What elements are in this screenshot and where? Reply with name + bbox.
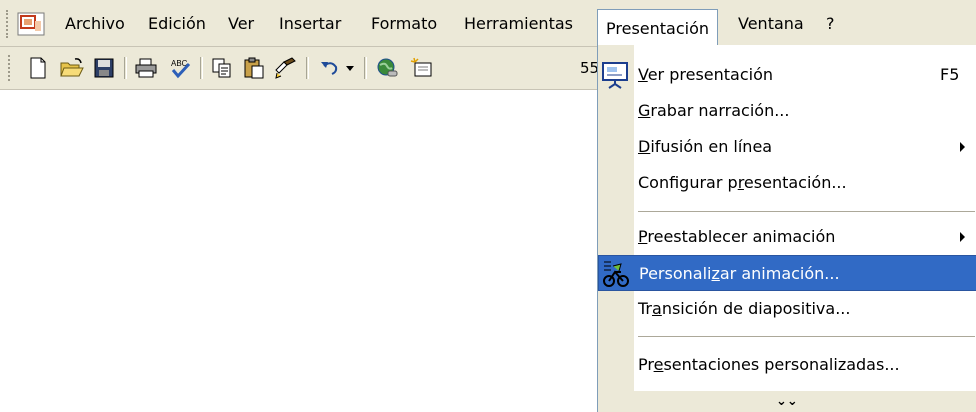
menu-separator bbox=[638, 211, 975, 212]
powerpoint-app-icon[interactable] bbox=[17, 12, 45, 36]
menu-separator bbox=[638, 336, 975, 337]
toolbar-separator bbox=[306, 57, 309, 79]
globe-link-icon bbox=[377, 58, 398, 77]
menu-expand-button[interactable]: ⌄⌄ bbox=[598, 391, 976, 412]
new-slide-icon bbox=[410, 57, 432, 77]
menu-item-difusion-en-linea[interactable]: Difusión en línea bbox=[598, 129, 976, 165]
spell-check-icon: ABC bbox=[171, 59, 191, 79]
spelling-button[interactable]: ABC bbox=[166, 55, 194, 81]
menu-item-preestablecer-animacion[interactable]: Preestablecer animación bbox=[598, 219, 976, 255]
undo-dropdown-button[interactable] bbox=[342, 55, 358, 81]
toolbar-separator bbox=[200, 57, 203, 79]
new-slide-button[interactable] bbox=[408, 55, 436, 81]
new-document-icon bbox=[30, 57, 46, 79]
new-document-button[interactable] bbox=[24, 55, 52, 81]
menu-item-label: Ver presentación bbox=[638, 65, 774, 84]
menu-item-shortcut: F5 bbox=[940, 65, 960, 84]
double-chevron-down-icon: ⌄⌄ bbox=[776, 394, 798, 409]
format-painter-icon bbox=[275, 57, 296, 79]
custom-animation-icon bbox=[603, 261, 629, 287]
toolbar-grip[interactable] bbox=[8, 55, 13, 81]
submenu-arrow-icon bbox=[960, 142, 965, 152]
open-folder-icon bbox=[60, 58, 84, 77]
copy-button[interactable] bbox=[208, 55, 236, 81]
print-button[interactable] bbox=[132, 55, 160, 81]
submenu-arrow-icon bbox=[960, 232, 965, 242]
presentacion-dropdown-menu: Ver presentación F5 Grabar narración... … bbox=[597, 45, 976, 412]
menu-item-label: Preestablecer animación bbox=[638, 227, 836, 246]
menu-item-configurar-presentacion[interactable]: Configurar presentación... bbox=[598, 165, 976, 201]
menu-item-transicion-diapositiva[interactable]: Transición de diapositiva... bbox=[598, 291, 976, 327]
chevron-down-icon bbox=[346, 66, 354, 71]
menu-archivo[interactable]: Archivo bbox=[61, 12, 129, 36]
menu-help[interactable]: ? bbox=[822, 12, 839, 36]
format-painter-button[interactable] bbox=[272, 55, 300, 81]
undo-icon bbox=[321, 62, 338, 75]
printer-icon bbox=[135, 58, 157, 78]
undo-button[interactable] bbox=[316, 55, 344, 81]
menu-item-label: Presentaciones personalizadas... bbox=[638, 355, 900, 374]
menu-item-personalizar-animacion[interactable]: Personalizar animación... bbox=[598, 255, 976, 291]
slideshow-icon bbox=[602, 62, 628, 89]
copy-icon bbox=[212, 58, 231, 78]
menu-item-grabar-narracion[interactable]: Grabar narración... bbox=[598, 93, 976, 129]
menu-ver[interactable]: Ver bbox=[224, 12, 258, 36]
open-button[interactable] bbox=[58, 55, 86, 81]
menu-item-ver-presentacion[interactable]: Ver presentación F5 bbox=[598, 57, 976, 93]
menu-item-label: Transición de diapositiva... bbox=[638, 299, 851, 318]
menu-bar: Archivo Edición Ver Insertar Formato Her… bbox=[0, 0, 976, 47]
paste-clipboard-icon bbox=[244, 57, 264, 79]
menu-item-presentaciones-personalizadas[interactable]: Presentaciones personalizadas... bbox=[598, 347, 976, 383]
menu-item-label: Configurar presentación... bbox=[638, 173, 847, 192]
menu-edicion[interactable]: Edición bbox=[144, 12, 210, 36]
toolbar-separator bbox=[364, 57, 367, 79]
menu-item-label: Difusión en línea bbox=[638, 137, 773, 156]
toolbar-separator bbox=[124, 57, 127, 79]
menu-presentacion[interactable]: Presentación bbox=[597, 9, 719, 47]
menu-insertar[interactable]: Insertar bbox=[275, 12, 345, 36]
menu-herramientas[interactable]: Herramientas bbox=[460, 12, 577, 36]
standard-toolbar: ABC 55 bbox=[0, 47, 600, 90]
paste-button[interactable] bbox=[240, 55, 268, 81]
menu-formato[interactable]: Formato bbox=[367, 12, 441, 36]
menubar-grip[interactable] bbox=[6, 10, 11, 38]
floppy-save-icon bbox=[94, 58, 114, 78]
menu-item-label: Grabar narración... bbox=[638, 101, 790, 120]
menu-item-label: Personalizar animación... bbox=[639, 264, 840, 283]
hyperlink-button[interactable] bbox=[374, 55, 402, 81]
menu-ventana[interactable]: Ventana bbox=[734, 12, 808, 36]
save-button[interactable] bbox=[90, 55, 118, 81]
